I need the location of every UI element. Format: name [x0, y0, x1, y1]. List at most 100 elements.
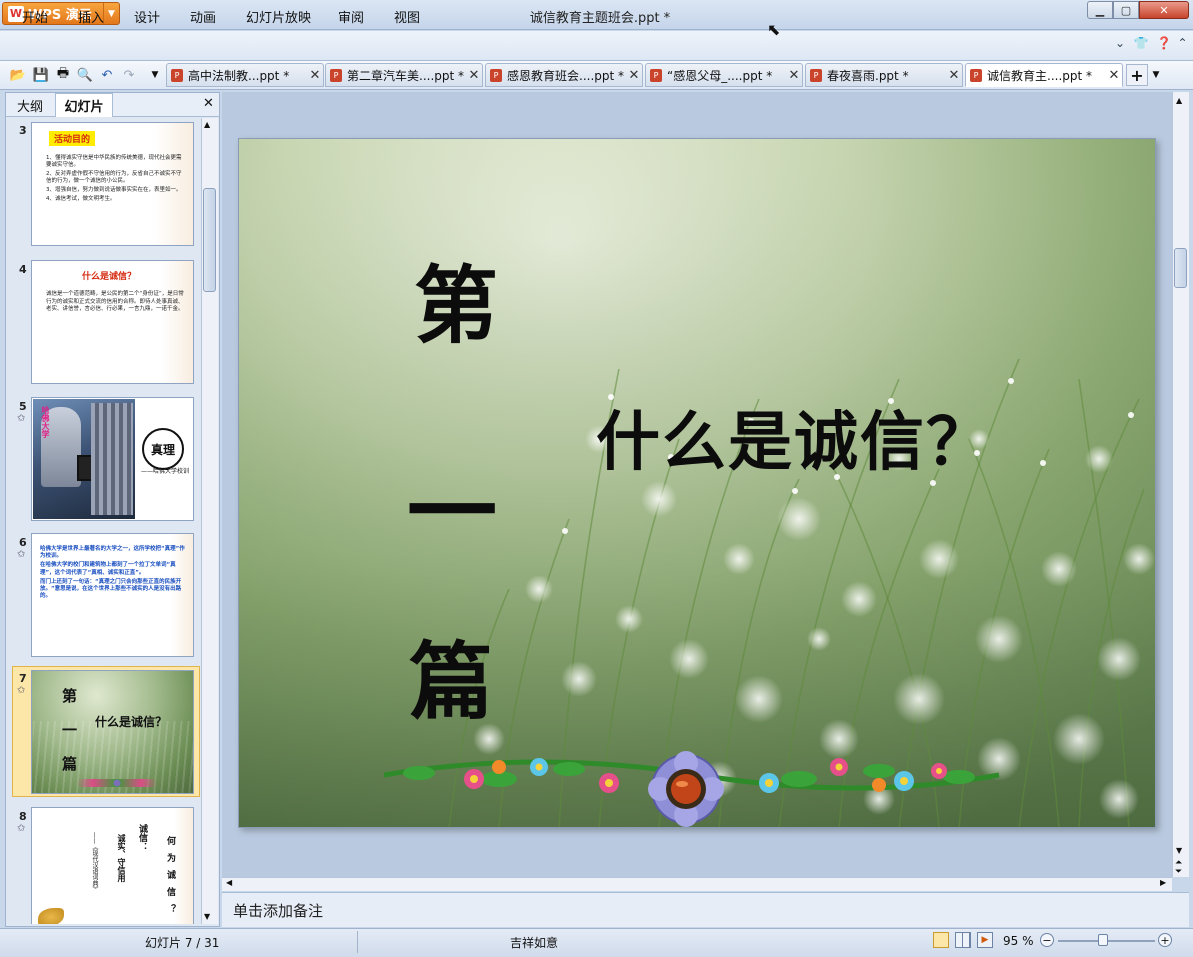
slide-thumbnail-4[interactable]: 什么是诚信？ 诚信是一个道德范畴，是公民的第二个“身份证”，是日常行为的诚实和正… [31, 260, 194, 384]
chevron-down-icon[interactable]: ▼ [103, 3, 119, 24]
slideshow-icon[interactable]: ▶ [977, 932, 993, 948]
notes-pane[interactable] [222, 892, 1189, 927]
open-icon[interactable]: 📂 [9, 66, 27, 84]
animation-star-icon: ✩ [17, 549, 26, 560]
slide-sorter-icon[interactable] [955, 932, 971, 948]
slide-thumbnail-5[interactable]: 哈佛大学 真理 ——哈佛大学校训 [31, 397, 194, 521]
slide-heading-char[interactable]: 一 [407, 439, 497, 569]
close-window-button[interactable]: ✕ [1139, 1, 1189, 19]
doc-tab[interactable]: P 高中法制教...ppt * ✕ [166, 63, 324, 87]
thumb-line: 4、诚信考试，做文明考生。 [46, 196, 116, 202]
save-icon[interactable]: 💾 [32, 66, 50, 84]
new-tab-button[interactable]: + [1126, 64, 1148, 86]
thumb-paragraph: 哈佛大学是世界上最著名的大学之一，这所学校把“真理”作为校训。 [40, 546, 185, 560]
close-icon[interactable]: ✕ [1106, 68, 1122, 83]
doc-tab-active[interactable]: P 诚信教育主....ppt * ✕ [965, 63, 1123, 87]
slide-heading-char[interactable]: 篇 [409, 615, 493, 736]
thumb-heading-char: 一 [62, 721, 78, 739]
horizontal-scrollbar[interactable] [222, 877, 1172, 891]
ppt-file-icon: P [490, 68, 502, 82]
next-slide-icon[interactable]: ⏷ [1175, 867, 1182, 877]
thumb-column: ——《现代汉语词典》 [91, 832, 98, 892]
undo-icon[interactable]: ↶ [98, 66, 116, 84]
menu-view[interactable]: 视图 [394, 7, 420, 26]
tab-list-dropdown[interactable]: ▼ [1150, 64, 1162, 86]
close-icon[interactable]: ✕ [946, 68, 962, 83]
doc-tab[interactable]: P “感恩父母_....ppt * ✕ [645, 63, 803, 87]
scroll-up-icon[interactable]: ▲ [1176, 96, 1182, 105]
close-icon[interactable]: ✕ [626, 68, 642, 83]
slide-heading-char[interactable]: 第 [414, 239, 498, 360]
print-preview-icon[interactable]: 🔍 [76, 66, 94, 84]
slide-thumbnail-6[interactable]: 哈佛大学是世界上最著名的大学之一，这所学校把“真理”作为校训。 在哈佛大学的校门… [31, 533, 194, 657]
thumb-number: 8 [19, 810, 27, 823]
close-icon[interactable]: ✕ [307, 68, 323, 83]
slide-thumbnail-7[interactable]: 第 一 篇 什么是诚信？ [31, 670, 194, 794]
zoom-out-button[interactable]: − [1040, 933, 1054, 947]
close-icon[interactable]: ✕ [786, 68, 802, 83]
redo-icon[interactable]: ↷ [120, 66, 138, 84]
mouse-cursor-icon: ⬉ [767, 20, 781, 39]
thumb-line: 3、增强自信，努力做到说话做事实实在在，表里如一。 [46, 187, 182, 193]
menu-slideshow[interactable]: 幻灯片放映 [246, 7, 311, 26]
scroll-down-icon[interactable]: ▼ [1176, 846, 1182, 855]
scroll-left-icon[interactable]: ◀ [226, 878, 232, 887]
print-icon[interactable]: 🖶 [54, 66, 72, 84]
doc-tab-label: 感恩教育班会....ppt * [507, 68, 625, 83]
leaf-icon [38, 908, 64, 924]
close-icon[interactable]: ✕ [203, 96, 214, 111]
ppt-file-icon: P [650, 68, 662, 82]
doc-tab-label: 第二章汽车美....ppt * [347, 68, 465, 83]
maximize-button[interactable]: ▢ [1113, 1, 1139, 19]
doc-tab-label: 高中法制教...ppt * [188, 68, 290, 83]
theme-name: 吉祥如意 [510, 936, 559, 950]
thumb-number: 7 [19, 672, 27, 685]
menu-right-controls: ⌄ 👕 ❓ ⌃ [1115, 36, 1188, 50]
current-slide[interactable]: 第 一 篇 什么是诚信？ [238, 138, 1156, 828]
thumb-heading-char: 篇 [62, 755, 78, 773]
doc-tab[interactable]: P 感恩教育班会....ppt * ✕ [485, 63, 643, 87]
menu-design[interactable]: 设计 [134, 7, 160, 26]
menu-animation[interactable]: 动画 [190, 7, 216, 26]
thumb-paragraph: 在哈佛大学的校门和建筑物上都刻了一个拉丁文单词“真理”，这个词代表了“真相、诚实… [40, 562, 176, 576]
tab-outline[interactable]: 大纲 [6, 93, 54, 117]
normal-view-icon[interactable] [933, 932, 949, 948]
minimize-button[interactable]: ▁ [1087, 1, 1113, 19]
vertical-scroll-thumb[interactable] [1174, 248, 1187, 288]
ribbon-minimize-icon[interactable]: ⌃ [1177, 36, 1187, 50]
scroll-right-icon[interactable]: ▶ [1160, 878, 1166, 887]
scroll-up-icon[interactable]: ▲ [204, 120, 210, 129]
thumb-badge: 真理 [142, 428, 184, 470]
doc-tab-label: “感恩父母_....ppt * [667, 68, 773, 83]
doc-tab[interactable]: P 春夜喜雨.ppt * ✕ [805, 63, 963, 87]
help-icon[interactable]: ❓ [1157, 36, 1172, 50]
thumb-number: 6 [19, 536, 27, 549]
zoom-slider-knob[interactable] [1098, 934, 1108, 946]
thumb-heading-char: 第 [62, 687, 78, 705]
tab-slides[interactable]: 幻灯片 [55, 93, 113, 117]
status-divider [357, 931, 358, 953]
close-icon[interactable]: ✕ [466, 68, 482, 83]
doc-tab[interactable]: P 第二章汽车美....ppt * ✕ [325, 63, 483, 87]
skin-icon[interactable]: 👕 [1134, 36, 1149, 50]
flower-border-icon [77, 779, 157, 787]
doc-tab-label: 诚信教育主....ppt * [987, 68, 1093, 83]
zoom-level: 95 % [1003, 934, 1034, 948]
slide-vertical-scrollbar[interactable] [1172, 92, 1189, 877]
thumbnail-scroll-thumb[interactable] [203, 188, 216, 292]
thumb-line: 1、懂得诚实守信是中华民族的传统美德，现代社会更需要诚实守信。 [46, 155, 182, 168]
menu-insert[interactable]: 插入 [78, 7, 104, 26]
customize-toolbar-icon[interactable]: ▼ [146, 66, 164, 84]
menu-review[interactable]: 审阅 [338, 7, 364, 26]
slide-question-text[interactable]: 什么是诚信？ [596, 391, 992, 483]
animation-star-icon: ✩ [17, 685, 26, 696]
notes-placeholder[interactable]: 单击添加备注 [233, 900, 323, 921]
scroll-down-icon[interactable]: ▼ [204, 912, 210, 921]
window-title: 诚信教育主题班会.ppt * [529, 11, 671, 26]
chevron-down-icon[interactable]: ⌄ [1115, 36, 1125, 50]
slide-thumbnail-3[interactable]: 活动目的 1、懂得诚实守信是中华民族的传统美德，现代社会更需要诚实守信。 2、反… [31, 122, 194, 246]
zoom-in-button[interactable]: + [1158, 933, 1172, 947]
slide-thumbnail-8[interactable]: 何为诚信？ 诚信： 诚实、守信用 ——《现代汉语词典》 [31, 807, 194, 924]
thumb-caption: ——哈佛大学校训 [140, 468, 189, 475]
menu-home[interactable]: 开始 [22, 7, 48, 26]
